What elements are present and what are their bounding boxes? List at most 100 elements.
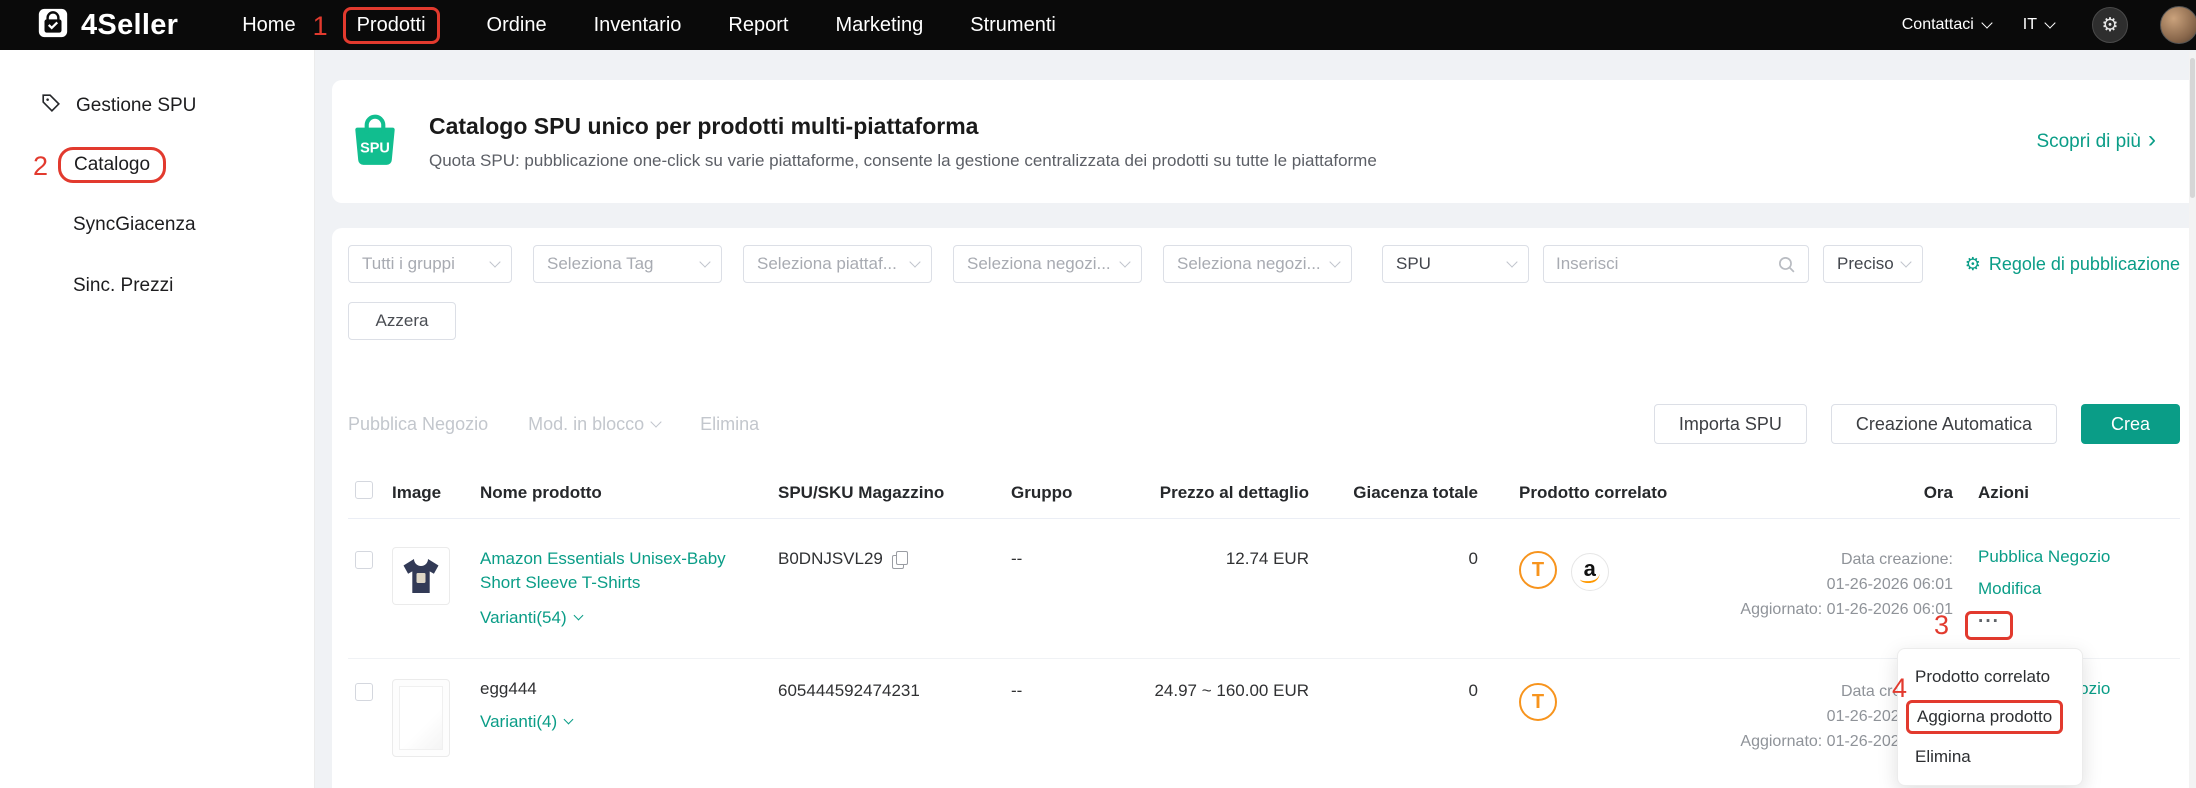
annotation-box-prodotti: Prodotti [343, 7, 440, 44]
chevron-down-icon [1329, 256, 1340, 267]
product-image[interactable] [392, 547, 450, 605]
scrollbar[interactable] [2189, 52, 2196, 788]
platform-filter-select[interactable]: Seleziona piattaf... [743, 245, 932, 283]
banner-title: Catalogo SPU unico per prodotti multi-pi… [429, 113, 1377, 140]
row-edit-link[interactable]: Modifica [1978, 579, 2180, 599]
product-name-link[interactable]: Amazon Essentials Unisex-Baby Short Slee… [480, 547, 736, 595]
main-nav: Home 1 Prodotti Ordine Inventario Report… [242, 7, 1056, 44]
annotation-label-1: 1 [313, 13, 328, 40]
app-root: 4Seller Home 1 Prodotti Ordine Inventari… [0, 0, 2196, 788]
scrollbar-thumb[interactable] [2190, 58, 2195, 198]
chevron-right-icon: › [2148, 128, 2156, 152]
chevron-down-icon [573, 611, 583, 621]
nav-item-marketing[interactable]: Marketing [835, 14, 923, 37]
banner-subtitle: Quota SPU: pubblicazione one-click su va… [429, 151, 1377, 171]
spu-icon-label: SPU [360, 140, 390, 156]
col-header-actions: Azioni [1953, 483, 2180, 503]
product-group: -- [1011, 679, 1131, 772]
tag-filter-select[interactable]: Seleziona Tag [533, 245, 722, 283]
annotation-box-aggiorna: Aggiorna prodotto [1906, 700, 2063, 734]
product-name[interactable]: egg444 [480, 679, 738, 699]
nav-item-prodotti[interactable]: 1 Prodotti [343, 7, 440, 44]
search-input[interactable] [1556, 254, 1777, 274]
nav-item-report[interactable]: Report [728, 14, 788, 37]
chevron-down-icon [650, 416, 661, 427]
chevron-down-icon [489, 256, 500, 267]
search-field-select[interactable]: SPU [1382, 245, 1529, 283]
tiktok-shop-icon[interactable]: T [1519, 551, 1557, 589]
gear-icon: ⚙ [1965, 254, 1981, 275]
tiktok-shop-icon[interactable]: T [1519, 683, 1557, 721]
nav-item-home[interactable]: Home [242, 14, 295, 37]
annotation-label-3: 3 [1934, 612, 1949, 639]
reset-filters-button[interactable]: Azzera [348, 302, 456, 340]
sidebar-item-catalogo[interactable]: 2 Catalogo [0, 145, 314, 185]
spu-banner: SPU Catalogo SPU unico per prodotti mult… [332, 80, 2196, 203]
amazon-icon[interactable]: a [1571, 553, 1609, 591]
row-publish-link[interactable]: Pubblica Negozio [1978, 547, 2180, 567]
settings-gear-icon[interactable]: ⚙ [2092, 7, 2128, 43]
match-mode-select[interactable]: Preciso [1823, 245, 1923, 283]
variants-toggle[interactable]: Varianti(4) [480, 712, 738, 732]
import-spu-button[interactable]: Importa SPU [1654, 404, 1807, 444]
col-header-sku: SPU/SKU Magazzino [778, 483, 1011, 503]
publish-store-button[interactable]: Pubblica Negozio [348, 414, 488, 435]
delete-button[interactable]: Elimina [700, 414, 759, 435]
search-input-wrap [1543, 245, 1809, 283]
annotation-box-more: ··· [1965, 611, 2013, 640]
bulk-actions-disabled: Pubblica Negozio Mod. in blocco Elimina [348, 414, 759, 435]
store-filter-select-1[interactable]: Seleziona negozi... [953, 245, 1142, 283]
sidebar: Gestione SPU 2 Catalogo SyncGiacenza Sin… [0, 50, 315, 788]
store-filter-select-2[interactable]: Seleziona negozi... [1163, 245, 1352, 283]
col-header-related: Prodotto correlato [1478, 483, 1720, 503]
row-checkbox[interactable] [355, 683, 373, 701]
menu-item-aggiorna-prodotto[interactable]: 4 Aggiorna prodotto [1898, 697, 2082, 737]
group-filter-select[interactable]: Tutti i gruppi [348, 245, 512, 283]
table-row: Amazon Essentials Unisex-Baby Short Slee… [348, 519, 2180, 659]
sidebar-item-sinc-prezzi[interactable]: Sinc. Prezzi [0, 266, 314, 306]
row-checkbox[interactable] [355, 551, 373, 569]
col-header-price: Prezzo al dettaglio [1131, 483, 1309, 503]
select-all-checkbox[interactable] [355, 481, 373, 499]
logo[interactable]: 4Seller [36, 6, 178, 45]
contact-menu[interactable]: Contattaci [1902, 16, 1991, 34]
product-sku: 605444592474231 [778, 681, 920, 701]
menu-item-prodotto-correlato[interactable]: Prodotto correlato [1898, 657, 2082, 697]
nav-item-strumenti[interactable]: Strumenti [970, 14, 1056, 37]
bulk-edit-button[interactable]: Mod. in blocco [528, 414, 660, 435]
tshirt-image [397, 552, 445, 600]
copy-icon[interactable] [892, 551, 907, 568]
auto-creation-button[interactable]: Creazione Automatica [1831, 404, 2057, 444]
col-header-group: Gruppo [1011, 483, 1131, 503]
chevron-down-icon [699, 256, 710, 267]
search-icon [1777, 255, 1796, 274]
nav-item-ordine[interactable]: Ordine [487, 14, 547, 37]
table-header: Image Nome prodotto SPU/SKU Magazzino Gr… [348, 481, 2180, 519]
product-group: -- [1011, 547, 1131, 640]
top-nav: 4Seller Home 1 Prodotti Ordine Inventari… [0, 0, 2196, 50]
nav-item-inventario[interactable]: Inventario [594, 14, 682, 37]
more-actions-button[interactable]: ··· [1978, 611, 2000, 632]
create-button[interactable]: Crea [2081, 404, 2180, 444]
sidebar-item-gestione-spu[interactable]: Gestione SPU [0, 86, 314, 126]
variants-toggle[interactable]: Varianti(54) [480, 608, 738, 628]
chevron-down-icon [2044, 17, 2055, 28]
learn-more-link[interactable]: Scopri di più› [2036, 131, 2156, 153]
annotation-box-catalogo: Catalogo [58, 147, 166, 183]
sidebar-group-label: Gestione SPU [76, 95, 196, 117]
language-menu[interactable]: IT [2023, 16, 2054, 34]
nav-right: Contattaci IT ⚙ [1902, 6, 2182, 44]
user-avatar[interactable] [2160, 6, 2196, 44]
right-actions: Importa SPU Creazione Automatica Crea [1654, 404, 2180, 444]
menu-item-elimina[interactable]: Elimina [1898, 737, 2082, 777]
chevron-down-icon [1119, 256, 1130, 267]
publication-rules-link[interactable]: ⚙ Regole di pubblicazione [1965, 254, 2180, 275]
product-price: 12.74 EUR [1131, 547, 1309, 640]
sidebar-item-syncgiacenza[interactable]: SyncGiacenza [0, 205, 314, 245]
product-stock: 0 [1309, 679, 1478, 772]
product-sku: B0DNJSVL29 [778, 549, 883, 569]
chevron-down-icon [1900, 256, 1911, 267]
chevron-down-icon [909, 256, 920, 267]
price-tag-icon [40, 92, 62, 120]
product-image[interactable] [392, 679, 450, 757]
